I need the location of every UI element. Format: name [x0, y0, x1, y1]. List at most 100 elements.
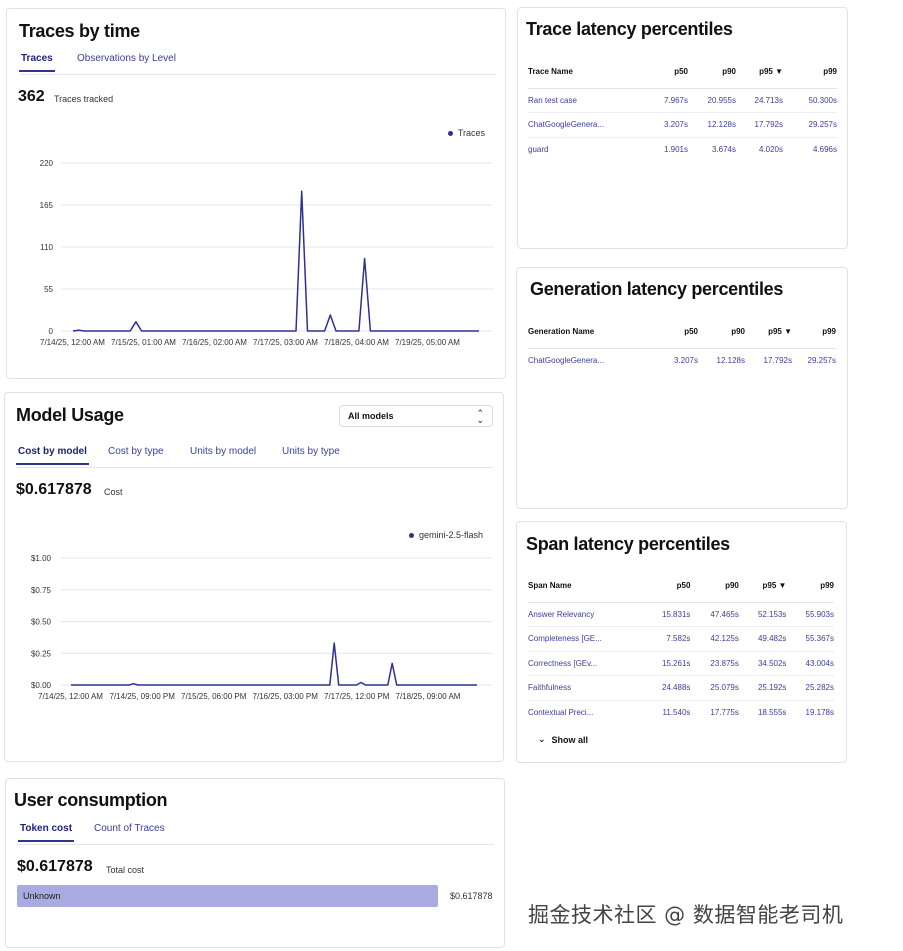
column-header[interactable]: p50 — [618, 570, 691, 603]
x-tick-label: 7/14/25, 12:00 AM — [40, 338, 105, 347]
column-header[interactable]: p99 — [786, 570, 834, 603]
column-header[interactable]: p99 — [792, 316, 836, 349]
card-title: Traces by time — [19, 21, 140, 41]
cell-name: Ran test case — [528, 88, 638, 113]
table-row[interactable]: guard 1.901s 3.674s 4.020s 4.696s — [528, 137, 837, 162]
column-header[interactable]: p50 — [638, 316, 698, 349]
tab-bar: Cost by model Cost by type Units by mode… — [16, 446, 493, 468]
card-title: Trace latency percentiles — [526, 19, 733, 39]
cell-p95: 34.502s — [738, 651, 787, 676]
traces-total-label: Traces tracked — [54, 94, 114, 104]
model-select[interactable]: All models ⌃ ⌄ — [339, 405, 493, 427]
table-row[interactable]: Ran test case 7.967s 20.955s 24.713s 50.… — [528, 88, 837, 113]
cell-p50: 3.207s — [638, 112, 688, 138]
column-header[interactable]: p90 — [690, 570, 739, 603]
bar-label: Unknown — [23, 891, 61, 901]
tab-observations-by-level[interactable]: Observations by Level — [77, 53, 176, 64]
table-row[interactable]: Correctness [GEv... 15.261s 23.875s 34.5… — [528, 651, 834, 676]
model-usage-card: Model Usage All models ⌃ ⌄ Cost by model … — [4, 392, 504, 762]
table-row[interactable]: Answer Relevancy 15.831s 47.465s 52.153s… — [528, 602, 834, 627]
cell-p50: 3.207s — [673, 356, 698, 365]
legend-dot — [408, 532, 414, 538]
x-tick-label: 7/18/25, 04:00 AM — [324, 338, 389, 347]
column-header[interactable]: p90 — [698, 316, 745, 349]
y-tick-label: 110 — [40, 243, 53, 252]
x-tick-label: 7/15/25, 01:00 AM — [111, 338, 176, 347]
cell-p95: 24.713s — [736, 88, 783, 113]
cell-p90: 20.955s — [688, 88, 736, 113]
table-header-row: Trace Name p50 p90 p95 ▼ p99 — [528, 56, 837, 89]
cost-line-chart: $0.00 $0.25 $0.50 $0.75 $1.00 7/14/25, 12:00 … — [31, 554, 493, 701]
tab-cost-by-model[interactable]: Cost by model — [16, 446, 89, 465]
x-tick-label: 7/15/25, 06:00 PM — [181, 692, 247, 701]
tab-token-cost[interactable]: Token cost — [17, 823, 75, 842]
column-header[interactable]: p90 — [688, 56, 736, 89]
user-cost-bar[interactable]: Unknown — [17, 885, 438, 907]
column-header[interactable]: p99 — [783, 56, 837, 89]
table-row[interactable]: ChatGoogleGenera... 3.207s 12.128s 17.79… — [528, 348, 836, 373]
cell-p99: 29.257s — [807, 356, 836, 365]
cell-name: ChatGoogleGenera... — [528, 356, 605, 365]
y-tick-label: 220 — [40, 159, 54, 168]
watermark-text: 掘金技术社区 @ 数据智能老司机 — [528, 903, 844, 927]
table-row[interactable]: Contextual Preci... 11.540s 17.775s 18.5… — [528, 700, 834, 725]
tab-count-of-traces[interactable]: Count of Traces — [94, 823, 165, 834]
tab-bar: Traces Observations by Level — [19, 53, 495, 75]
table-header-row: Span Name p50 p90 p95 ▼ p99 — [528, 570, 834, 603]
user-cost-total: $0.617878 — [17, 858, 93, 875]
cell-p99: 43.004s — [786, 651, 834, 676]
tab-units-by-model[interactable]: Units by model — [190, 446, 256, 457]
x-tick-label: 7/18/25, 09:00 AM — [396, 692, 461, 701]
cell-p99: 55.903s — [786, 602, 834, 627]
cell-p99: 4.696s — [812, 145, 837, 154]
column-header[interactable]: p95 ▼ — [738, 570, 787, 603]
column-header: Generation Name — [528, 316, 638, 349]
traces-by-time-card: Traces by time Traces Observations by Le… — [6, 8, 506, 379]
cell-p95: 4.020s — [758, 145, 783, 154]
y-tick-label: 165 — [40, 201, 54, 210]
table-row[interactable]: Completeness [GE... 7.582s 42.125s 49.48… — [528, 626, 834, 652]
cell-p50: 24.488s — [618, 675, 691, 701]
cell-p50: 1.901s — [663, 145, 688, 154]
column-header: Span Name — [528, 570, 619, 603]
y-tick-label: $1.00 — [31, 554, 52, 563]
cell-name: guard — [528, 145, 549, 154]
card-title: Span latency percentiles — [526, 534, 730, 554]
y-tick-label: $0.25 — [31, 649, 52, 658]
x-tick-label: 7/14/25, 09:00 PM — [110, 692, 176, 701]
chevron-updown-icon: ⌃ ⌄ — [476, 408, 484, 425]
x-tick-label: 7/19/25, 05:00 AM — [395, 338, 460, 347]
chart-legend: gemini-2.5-flash — [408, 530, 483, 540]
y-tick-label: $0.75 — [31, 586, 52, 595]
cell-name: Contextual Preci... — [528, 708, 594, 717]
trace-latency-table: Trace Name p50 p90 p95 ▼ p99 Ran test ca… — [528, 56, 837, 162]
show-all-button[interactable]: ⌄ Show all — [538, 734, 588, 745]
cell-p90: 23.875s — [690, 651, 739, 676]
tab-units-by-type[interactable]: Units by type — [282, 446, 340, 457]
cell-name: ChatGoogleGenera... — [528, 112, 638, 138]
column-header[interactable]: p95 ▼ — [736, 56, 783, 89]
span-latency-table: Span Name p50 p90 p95 ▼ p99 Answer Relev… — [528, 570, 834, 725]
table-row[interactable]: ChatGoogleGenera... 3.207s 12.128s 17.79… — [528, 112, 837, 138]
y-tick-label: $0.50 — [31, 618, 52, 627]
cell-p95: 17.792s — [736, 112, 783, 138]
traces-line-chart: 0 55 110 165 220 7/14/25, 12:00 AM 7/15/25, 01… — [40, 159, 493, 347]
table-header-row: Generation Name p50 p90 p95 ▼ p99 — [528, 316, 836, 349]
user-cost-label: Total cost — [106, 865, 145, 875]
table-row[interactable]: Faithfulness 24.488s 25.079s 25.192s 25.… — [528, 675, 834, 701]
series-line — [72, 190, 479, 332]
tab-bar: Token cost Count of Traces — [17, 823, 494, 845]
cell-p50: 7.582s — [618, 626, 691, 652]
tab-cost-by-type[interactable]: Cost by type — [108, 446, 164, 457]
cell-p90: 3.674s — [711, 145, 736, 154]
cell-p90: 42.125s — [690, 626, 739, 652]
tab-traces[interactable]: Traces — [19, 53, 55, 72]
chart-legend: Traces — [447, 128, 485, 138]
cell-p90: 25.079s — [690, 675, 739, 701]
user-consumption-card: User consumption Token cost Count of Tra… — [5, 778, 505, 948]
chevron-down-icon: ⌄ — [538, 734, 546, 744]
legend-label: gemini-2.5-flash — [418, 530, 483, 540]
show-all-label: Show all — [551, 734, 589, 745]
column-header[interactable]: p50 — [638, 56, 688, 89]
column-header[interactable]: p95 ▼ — [745, 316, 792, 349]
